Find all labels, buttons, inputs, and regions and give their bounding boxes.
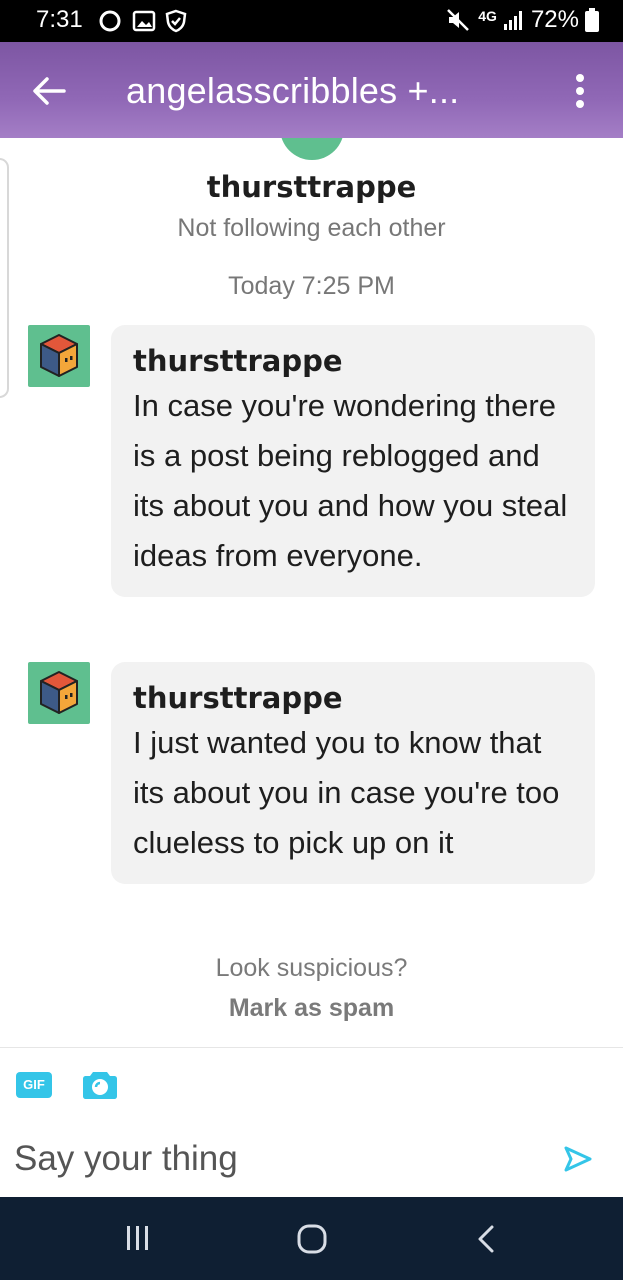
send-icon[interactable]: [564, 1146, 592, 1172]
network-label: 4G: [478, 8, 497, 24]
battery-level: 72%: [530, 6, 579, 33]
image-icon: [132, 10, 156, 32]
camera-icon[interactable]: [82, 1070, 118, 1100]
circle-icon: [99, 10, 121, 32]
conversation-area[interactable]: thursttrappe Not following each other To…: [0, 138, 623, 1048]
back-icon[interactable]: [474, 1223, 498, 1255]
mute-icon: [447, 9, 470, 31]
cube-avatar-icon: [280, 138, 344, 160]
more-vertical-icon[interactable]: [573, 72, 587, 110]
mark-as-spam-button[interactable]: Mark as spam: [0, 994, 623, 1023]
cube-avatar-icon: [40, 671, 78, 714]
status-right: 4G 72%: [446, 6, 599, 34]
cube-avatar-icon: [40, 334, 78, 377]
battery-icon: [585, 8, 599, 32]
peer-follow-status: Not following each other: [177, 214, 446, 242]
spam-prompt: Look suspicious?: [215, 954, 408, 982]
message-text: I just wanted you to know that its about…: [133, 725, 560, 860]
signal-icon: [503, 11, 522, 30]
back-arrow-icon[interactable]: [30, 72, 68, 110]
message-timestamp: Today 7:25 PM: [228, 272, 395, 300]
recents-icon[interactable]: [124, 1223, 152, 1253]
system-nav-bar: [0, 1197, 623, 1280]
sender-avatar[interactable]: [28, 325, 90, 387]
home-icon[interactable]: [296, 1223, 328, 1255]
message-bubble[interactable]: thursttrappe I just wanted you to know t…: [111, 662, 595, 884]
shield-icon: [165, 9, 187, 33]
message-composer: GIF: [0, 1047, 623, 1197]
peer-avatar[interactable]: [280, 138, 344, 160]
sender-avatar[interactable]: [28, 662, 90, 724]
peer-name[interactable]: thursttrappe: [0, 170, 623, 204]
message-sender[interactable]: thursttrappe: [133, 678, 575, 718]
gif-button[interactable]: GIF: [16, 1072, 52, 1098]
message-sender[interactable]: thursttrappe: [133, 341, 575, 381]
status-time: 7:31: [36, 6, 83, 33]
message-bubble[interactable]: thursttrappe In case you're wondering th…: [111, 325, 595, 597]
message-text: In case you're wondering there is a post…: [133, 388, 568, 573]
conversation-title[interactable]: angelasscribbles +...: [126, 70, 459, 112]
message-input[interactable]: [14, 1134, 544, 1184]
status-bar: 7:31 4G 72%: [0, 0, 623, 42]
app-header: angelasscribbles +...: [0, 42, 623, 138]
